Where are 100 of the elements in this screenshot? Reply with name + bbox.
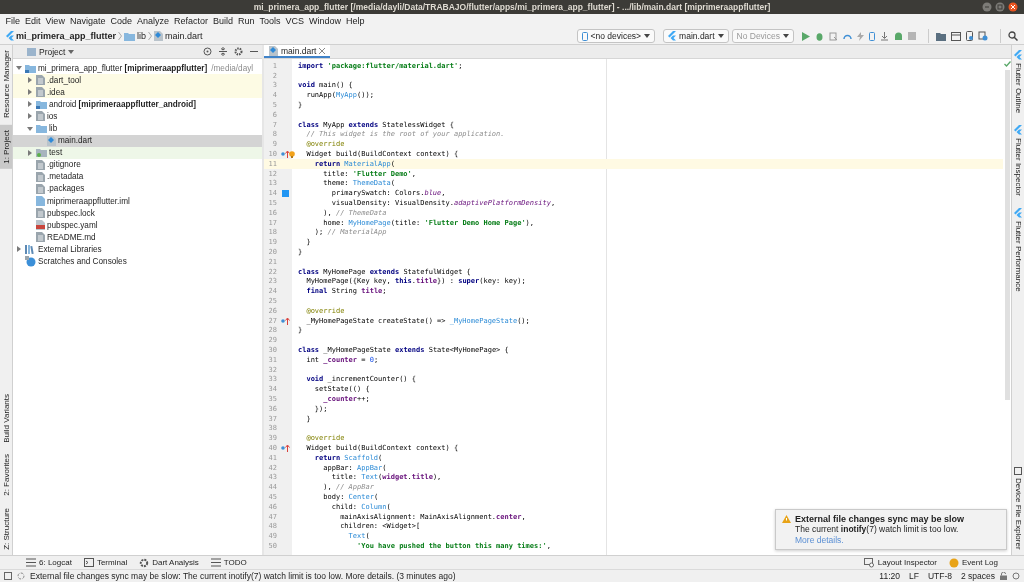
menu-item[interactable]: Analyze: [134, 16, 172, 26]
status-message[interactable]: External file changes sync may be slow: The current inotify(7) watch limit is too low. More details. (3 minutes ago): [30, 571, 871, 581]
close-icon[interactable]: [319, 47, 326, 54]
status-item[interactable]: UTF-8: [927, 571, 952, 581]
run-icon[interactable]: [802, 31, 810, 41]
lock-icon[interactable]: [1000, 572, 1007, 580]
tool-window-tab[interactable]: Flutter Outline: [1012, 45, 1024, 119]
module-folder-icon: [36, 99, 47, 109]
tool-window-button[interactable]: Event Log: [948, 557, 998, 568]
menu-item[interactable]: Window: [306, 16, 344, 26]
tree-item[interactable]: .dart_tool: [47, 75, 82, 85]
tree-item[interactable]: mi_primera_app_flutter [miprimeraappflutter]: [38, 63, 208, 73]
tree-item[interactable]: pubspec.lock: [47, 208, 95, 218]
chevron-icon: [668, 31, 677, 41]
tool-window-tab[interactable]: Build Variants: [0, 388, 12, 448]
project-view-dropdown[interactable]: Project: [27, 46, 75, 57]
minimize-button[interactable]: [982, 2, 992, 12]
run-config-dropdown[interactable]: main.dart: [663, 29, 729, 43]
tree-item[interactable]: .gitignore: [47, 160, 81, 170]
phone-icon[interactable]: [966, 31, 973, 41]
menu-item[interactable]: VCS: [283, 16, 307, 26]
menu-item[interactable]: Tools: [257, 16, 284, 26]
tree-item[interactable]: main.dart: [58, 136, 93, 146]
tree-item[interactable]: miprimeraappflutter.iml: [47, 196, 130, 206]
caret-icon: [717, 34, 724, 38]
tool-window-button[interactable]: Terminal: [83, 558, 128, 567]
tool-window-button[interactable]: TODO: [210, 558, 247, 567]
collapsed-arrow-icon[interactable]: [17, 246, 21, 253]
tree-item[interactable]: test: [49, 148, 63, 158]
menu-item[interactable]: Navigate: [67, 16, 108, 26]
device-dropdown[interactable]: <no devices>: [576, 29, 656, 43]
tree-item[interactable]: android [miprimeraappflutter_android]: [49, 99, 196, 109]
menu-item[interactable]: Help: [343, 16, 368, 26]
tree-item[interactable]: .metadata: [47, 172, 84, 182]
panel-toggle-icon[interactable]: [4, 572, 12, 580]
lightning-icon[interactable]: [857, 31, 864, 41]
breadcrumb[interactable]: main.dart: [154, 31, 203, 41]
chevron-icon: [1014, 208, 1022, 219]
scratch-icon: [25, 256, 36, 268]
tool-window-tab[interactable]: 1: Project: [0, 125, 12, 169]
collapsed-arrow-icon[interactable]: [28, 101, 32, 108]
breadcrumb[interactable]: lib: [124, 31, 147, 41]
tree-item[interactable]: lib: [49, 124, 58, 133]
file-icon: [36, 232, 45, 243]
collapsed-arrow-icon[interactable]: [28, 89, 32, 96]
menu-item[interactable]: Build: [210, 16, 236, 26]
folder-icon: [36, 148, 47, 158]
status-item[interactable]: 11:20: [879, 571, 900, 581]
menu-item[interactable]: File: [3, 16, 23, 26]
menu-item[interactable]: Refactor: [171, 16, 211, 26]
editor-tab[interactable]: main.dart: [264, 45, 331, 58]
gear-icon: [139, 557, 150, 568]
tool-window-button[interactable]: 6: Logcat: [26, 558, 72, 567]
tree-item[interactable]: pubspec.yaml: [47, 220, 98, 230]
spinner-icon: [17, 572, 25, 580]
menu-item[interactable]: Edit: [22, 16, 44, 26]
tree-item[interactable]: Scratches and Consoles: [38, 257, 127, 267]
tool-window-tab[interactable]: Flutter Inspector: [1012, 120, 1024, 202]
caret-icon: [68, 49, 75, 54]
coverage-icon[interactable]: [829, 31, 838, 41]
tree-item[interactable]: .packages: [47, 184, 85, 194]
chevron-right-icon: [118, 31, 123, 41]
locate-icon[interactable]: [203, 47, 212, 56]
download-icon[interactable]: [880, 31, 889, 41]
check-icon: [1003, 61, 1011, 67]
close-button[interactable]: [1008, 2, 1018, 12]
tree-item[interactable]: README.md: [47, 232, 96, 242]
settings-icon[interactable]: [234, 47, 243, 56]
tool-window-button[interactable]: Dart Analysis: [139, 557, 199, 568]
expanded-arrow-icon[interactable]: [16, 66, 22, 71]
tool-window-tab[interactable]: Resource Manager: [0, 45, 12, 124]
folder-icon[interactable]: [936, 31, 946, 41]
tool-window-tab[interactable]: Device File Explorer: [1012, 462, 1024, 555]
menu-item[interactable]: Code: [107, 16, 135, 26]
window-icon[interactable]: [951, 31, 961, 41]
expanded-arrow-icon[interactable]: [27, 126, 33, 131]
tool-window-button[interactable]: Layout Inspector: [863, 557, 937, 568]
file-icon: [47, 135, 56, 146]
tree-item[interactable]: .idea: [47, 87, 65, 97]
tool-window-tab[interactable]: Flutter Performance: [1012, 203, 1024, 297]
collapsed-arrow-icon[interactable]: [28, 77, 32, 84]
tool-window-tab[interactable]: 2: Favorites: [0, 449, 12, 502]
collapsed-arrow-icon[interactable]: [28, 113, 32, 120]
search-icon[interactable]: [1008, 31, 1018, 41]
status-item[interactable]: LF: [908, 571, 919, 581]
collapse-icon[interactable]: [219, 47, 227, 56]
tree-item[interactable]: ios: [47, 111, 58, 121]
tree-item[interactable]: External Libraries: [38, 244, 102, 254]
menu-item[interactable]: Run: [235, 16, 257, 26]
collapsed-arrow-icon[interactable]: [28, 149, 32, 156]
scrollbar-thumb[interactable]: [1004, 70, 1010, 400]
breadcrumb[interactable]: mi_primera_app_flutter: [6, 31, 117, 41]
bug-icon[interactable]: [815, 31, 824, 41]
tool-window-tab[interactable]: Z: Structure: [0, 503, 12, 555]
menu-item[interactable]: View: [43, 16, 68, 26]
list-icon: [210, 558, 221, 567]
status-item[interactable]: 2 spaces: [960, 571, 995, 581]
file-icon: [36, 111, 45, 122]
notification-title: External file changes sync may be slow: [795, 514, 965, 524]
phone-icon[interactable]: [869, 31, 875, 41]
